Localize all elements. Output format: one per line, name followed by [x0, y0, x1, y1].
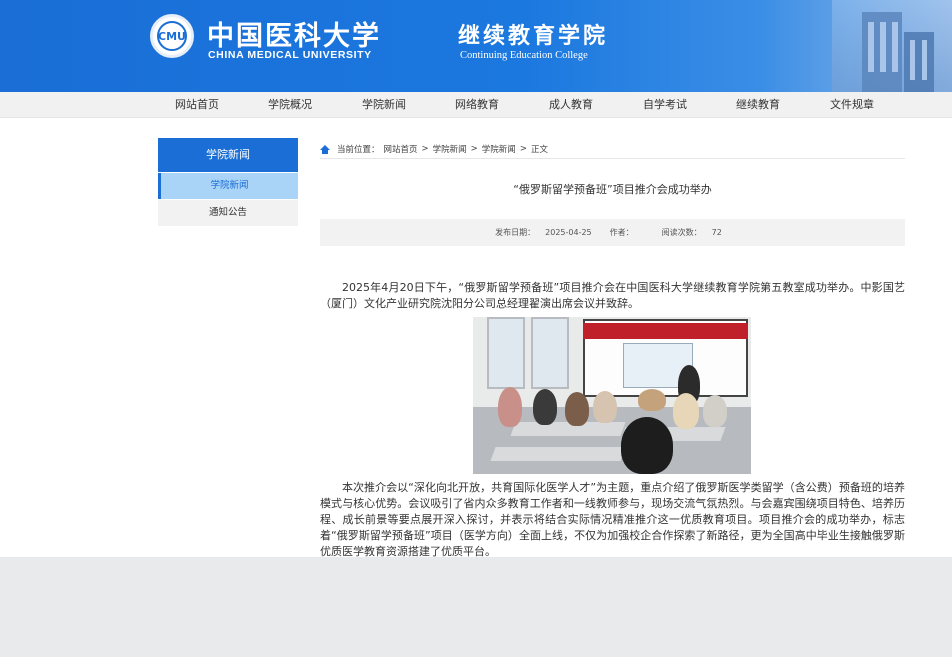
site-header: CMU 中国医科大学 CHINA MEDICAL UNIVERSITY 继续教育…: [0, 0, 952, 92]
nav-item-online-education[interactable]: 网络教育: [432, 92, 522, 118]
home-icon: [320, 144, 330, 154]
nav-item-continuing-education[interactable]: 继续教育: [713, 92, 803, 118]
article-title: “俄罗斯留学预备班”项目推介会成功举办: [513, 183, 712, 196]
page-footer: [0, 557, 952, 657]
article-meta: 发布日期： 2025-04-25 作者： 阅读次数： 72: [320, 219, 905, 246]
breadcrumb-link-news[interactable]: 学院新闻: [433, 143, 467, 155]
college-name-cn: 继续教育学院: [458, 23, 609, 49]
breadcrumb-separator: >: [470, 144, 478, 154]
nav-item-self-study-exam[interactable]: 自学考试: [620, 92, 710, 118]
article-photo: [473, 317, 751, 474]
university-name-cn: 中国医科大学: [207, 21, 381, 52]
main-nav: 网站首页 学院概况 学院新闻 网络教育 成人教育 自学考试 继续教育 文件规章: [0, 92, 952, 118]
breadcrumb-link-home[interactable]: 网站首页: [384, 143, 418, 155]
nav-item-regulations[interactable]: 文件规章: [807, 92, 897, 118]
sidebar-item-notices[interactable]: 通知公告: [158, 200, 298, 226]
university-name-en: CHINA MEDICAL UNIVERSITY: [208, 49, 372, 61]
breadcrumb: 当前位置： 网站首页 > 学院新闻 > 学院新闻 > 正文: [320, 140, 905, 158]
breadcrumb-current: 正文: [530, 145, 548, 155]
meta-author-label: 作者：: [609, 228, 634, 237]
article-paragraph-1: 2025年4月20日下午，“俄罗斯留学预备班”项目推介会在中国医科大学继续教育学…: [320, 281, 905, 310]
meta-date-label: 发布日期：: [495, 228, 536, 237]
meta-date: 2025-04-25: [545, 228, 592, 237]
article-paragraph-2: 本次推介会以“深化向北开放，共育国际化医学人才”为主题，重点介绍了俄罗斯医学类留…: [320, 481, 905, 558]
nav-item-home[interactable]: 网站首页: [152, 92, 242, 118]
nav-item-adult-education[interactable]: 成人教育: [526, 92, 616, 118]
breadcrumb-prefix: 当前位置：: [337, 145, 380, 155]
nav-item-news[interactable]: 学院新闻: [339, 92, 429, 118]
university-seal-logo[interactable]: CMU: [150, 14, 194, 58]
meta-views-label: 阅读次数：: [661, 228, 702, 237]
meta-views: 72: [711, 228, 722, 237]
sidebar-title: 学院新闻: [158, 138, 298, 172]
college-name-en: Continuing Education College: [460, 50, 588, 61]
building-banner-image: [832, 0, 952, 92]
photo-banner: [583, 323, 748, 339]
sidebar-item-college-news[interactable]: 学院新闻: [158, 173, 298, 199]
nav-item-about[interactable]: 学院概况: [245, 92, 335, 118]
seal-icon: CMU: [157, 21, 187, 51]
breadcrumb-link-news-sub[interactable]: 学院新闻: [482, 143, 516, 155]
breadcrumb-divider: [320, 158, 905, 159]
breadcrumb-separator: >: [421, 144, 429, 154]
breadcrumb-separator: >: [519, 144, 527, 154]
